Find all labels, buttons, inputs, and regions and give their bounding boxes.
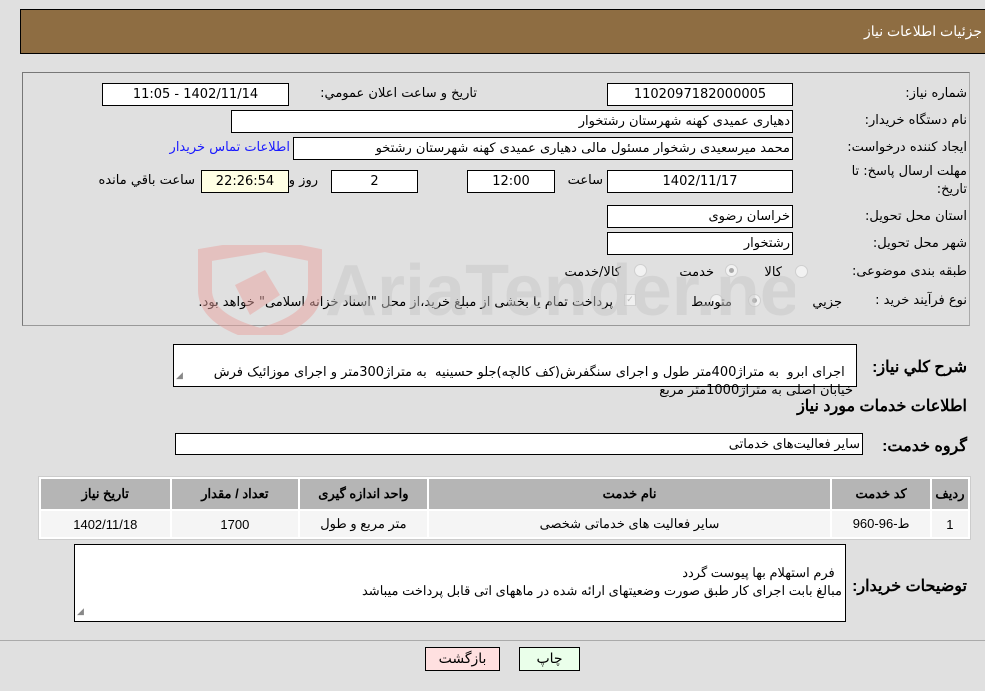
requester-label: ایجاد کننده درخواست: <box>847 140 967 155</box>
deadline-days-field[interactable]: 2 <box>331 170 418 193</box>
city-label: شهر محل تحویل: <box>872 236 967 251</box>
need-number-label: شماره نیاز: <box>905 86 967 101</box>
category-radio-service[interactable] <box>725 264 738 277</box>
category-option-goods: کالا <box>764 265 782 280</box>
province-field[interactable]: خراسان رضوی <box>607 205 793 228</box>
col-row-number: ردیف <box>931 479 968 509</box>
col-need-date: تاریخ نیاز <box>41 479 170 509</box>
remaining-time-label: ساعت باقي مانده <box>98 173 195 188</box>
category-option-service: خدمت <box>679 265 714 280</box>
purchase-radio-medium[interactable] <box>748 294 761 307</box>
announce-datetime-label: تاریخ و ساعت اعلان عمومي: <box>320 86 477 101</box>
need-number-field[interactable]: 1102097182000005 <box>607 83 793 106</box>
category-option-goods-service: کالا/خدمت <box>564 265 621 280</box>
category-radio-goods-service[interactable] <box>634 264 647 277</box>
purchase-option-medium: متوسط <box>691 295 732 310</box>
cell-service-code: ط-96-960 <box>832 511 930 537</box>
city-field[interactable]: رشتخوار <box>607 232 793 255</box>
cell-service-name: سایر فعالیت های خدماتی شخصی <box>428 511 831 537</box>
col-unit: واحد اندازه گیری <box>300 479 427 509</box>
table-header-row: ردیف کد خدمت نام خدمت واحد اندازه گیری ت… <box>41 479 968 509</box>
buyer-org-label: نام دستگاه خریدار: <box>864 113 967 128</box>
category-label: طبقه بندی موضوعی: <box>851 264 967 279</box>
back-button[interactable]: بازگشت <box>425 647 500 671</box>
buyer-org-field[interactable]: دهیاری عمیدی کهنه شهرستان رشتخوار <box>231 110 793 133</box>
cell-quantity: 1700 <box>171 511 299 537</box>
treasury-checkbox-label: پرداخت تمام یا بخشی از مبلغ خرید،از محل … <box>198 295 613 310</box>
purchase-type-label: نوع فرآیند خرید : <box>875 293 967 308</box>
services-section-title: اطلاعات خدمات مورد نیاز <box>797 398 967 415</box>
col-service-code: کد خدمت <box>832 479 930 509</box>
days-label: روز و <box>288 173 318 188</box>
announce-datetime-field[interactable]: 1402/11/14 - 11:05 <box>102 83 289 106</box>
description-label: شرح کلي نیاز: <box>872 359 967 376</box>
buyer-notes-label: توضیحات خریدار: <box>852 578 967 595</box>
buyer-notes-text: فرم استهلام بها پیوست گردد مبالغ بابت اج… <box>361 565 842 598</box>
description-text: اجرای ابرو به متراژ400متر طول و اجرای سن… <box>209 365 853 398</box>
treasury-checkbox[interactable]: ✓ <box>624 294 636 306</box>
buyer-contact-link[interactable]: اطلاعات تماس خریدار <box>170 140 290 155</box>
deadline-time-field[interactable]: 12:00 <box>467 170 555 193</box>
deadline-time-label: ساعت <box>567 173 603 188</box>
deadline-label-date: تاریخ: <box>936 182 967 197</box>
description-textarea[interactable]: اجرای ابرو به متراژ400متر طول و اجرای سن… <box>173 344 857 398</box>
footer-divider <box>0 640 985 641</box>
resize-handle-icon[interactable]: ◢ <box>77 602 84 620</box>
col-service-name: نام خدمت <box>428 479 831 509</box>
page-header: جزئیات اطلاعات نیاز <box>20 9 985 54</box>
print-button[interactable]: چاپ <box>519 647 580 671</box>
col-quantity: تعداد / مقدار <box>171 479 299 509</box>
remaining-time-field: 22:26:54 <box>201 170 289 193</box>
category-radio-goods[interactable] <box>795 265 808 278</box>
cell-row-number: 1 <box>931 511 968 537</box>
cell-unit: متر مربع و طول <box>300 511 427 537</box>
deadline-label: مهلت ارسال پاسخ: تا <box>851 164 967 179</box>
page-title: جزئیات اطلاعات نیاز <box>863 23 982 39</box>
buyer-notes-textarea[interactable]: فرم استهلام بها پیوست گردد مبالغ بابت اج… <box>74 544 846 622</box>
table-row: 1 ط-96-960 سایر فعالیت های خدماتی شخصی م… <box>41 511 968 537</box>
requester-field[interactable]: محمد میرسعیدی رشخوار مسئول مالی دهیاری ع… <box>293 137 793 160</box>
province-label: استان محل تحویل: <box>865 209 967 224</box>
purchase-option-minor: جزيي <box>812 295 842 310</box>
services-table: ردیف کد خدمت نام خدمت واحد اندازه گیری ت… <box>38 476 971 540</box>
service-group-label: گروه خدمت: <box>882 438 967 455</box>
cell-need-date: 1402/11/18 <box>41 511 170 537</box>
resize-handle-icon[interactable]: ◢ <box>176 367 183 385</box>
deadline-date-field[interactable]: 1402/11/17 <box>607 170 793 193</box>
service-group-field[interactable]: سایر فعالیت‌های خدماتی <box>175 433 863 455</box>
